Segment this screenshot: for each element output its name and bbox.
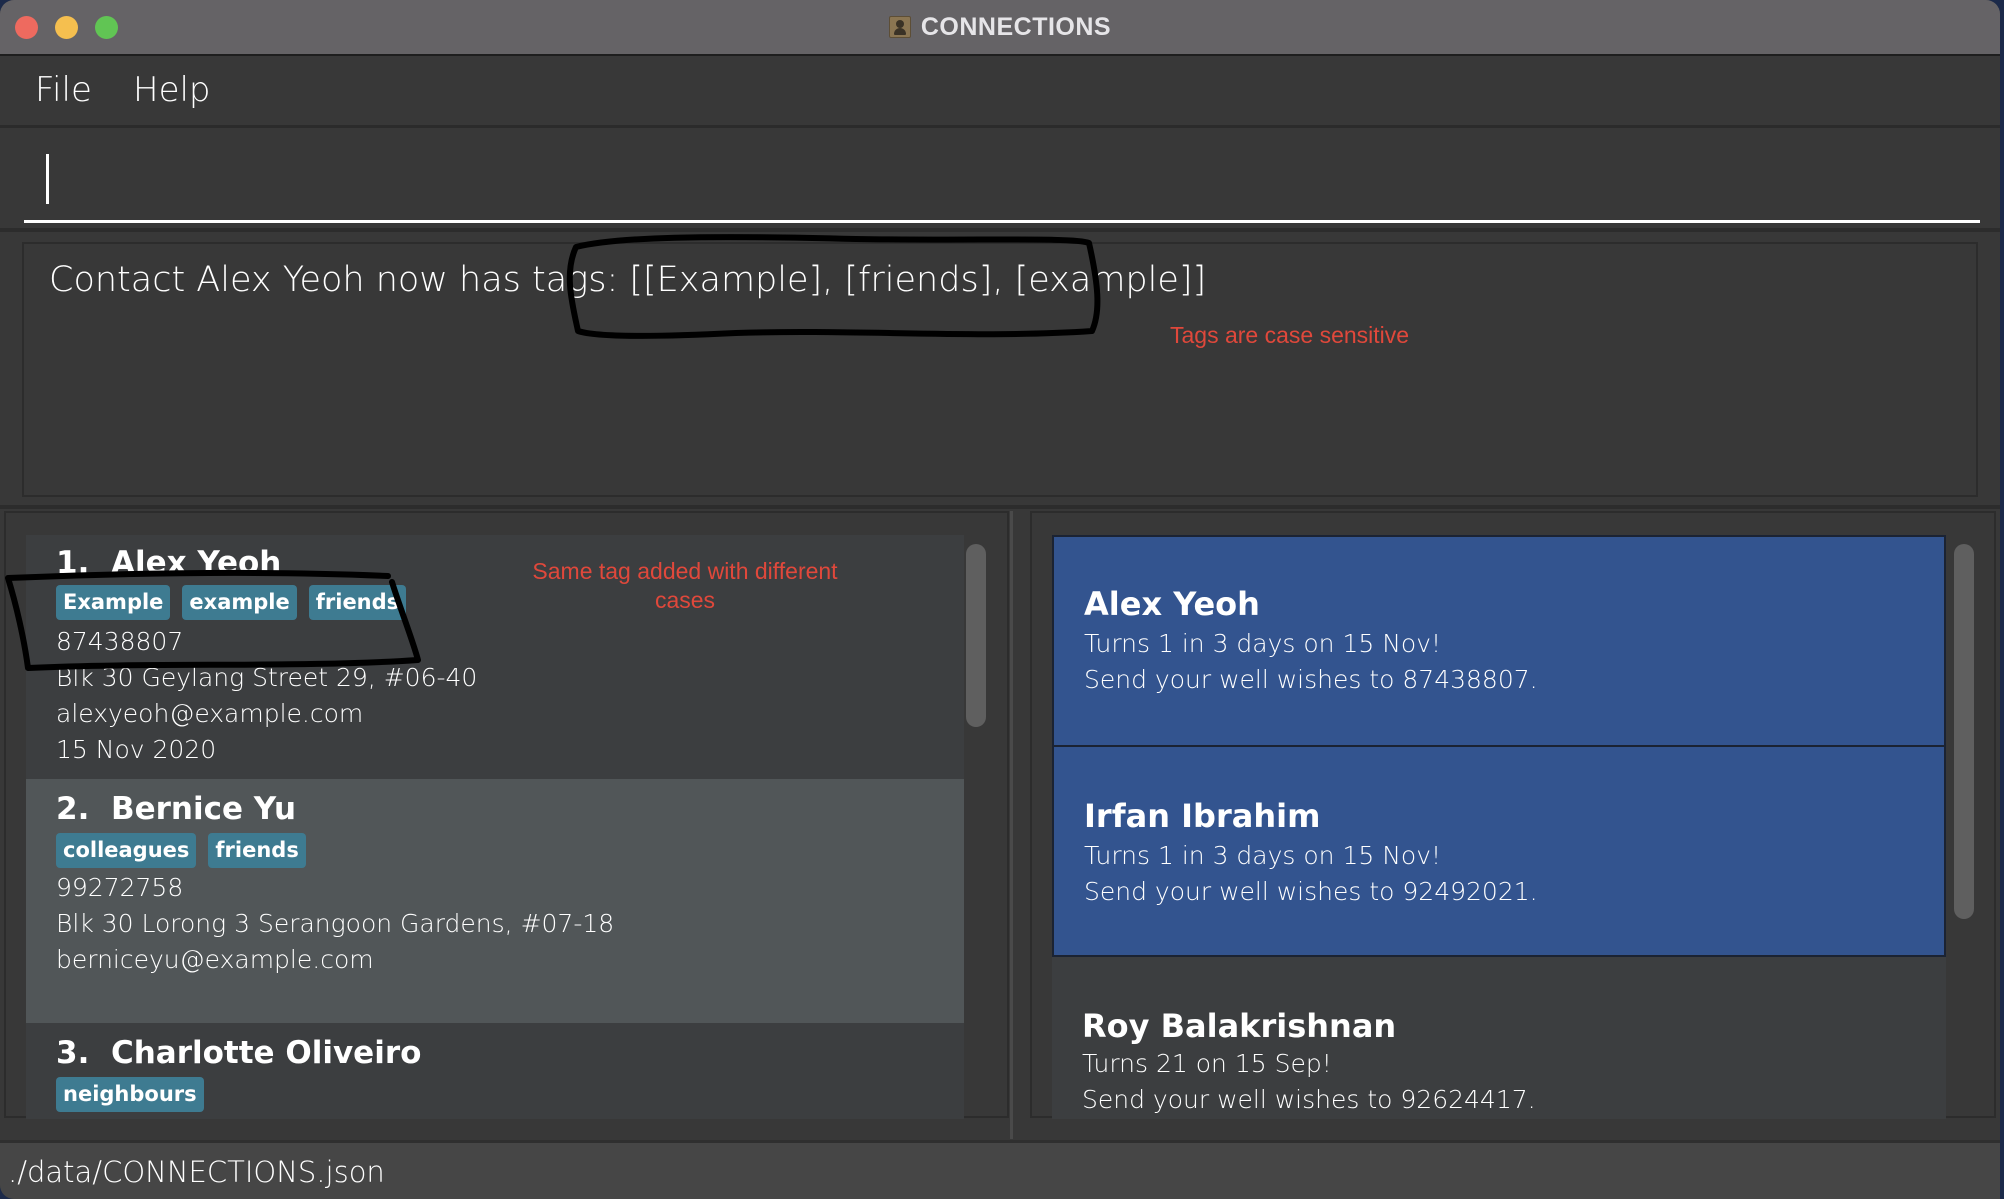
status-bar: ./data/CONNECTIONS.json: [0, 1140, 2000, 1199]
person-email: alexyeoh@example.com: [56, 699, 364, 728]
title-bar[interactable]: CONNECTIONS: [0, 0, 2000, 56]
menu-bar: File Help: [0, 56, 2000, 128]
birthday-turns: Turns 1 in 3 days on 15 Nov!: [1084, 629, 1442, 658]
person-list-scrollbar[interactable]: [966, 544, 986, 727]
birthday-turns: Turns 1 in 3 days on 15 Nov!: [1084, 841, 1442, 870]
tag: friends: [208, 833, 306, 868]
menu-help[interactable]: Help: [133, 70, 211, 110]
birthday-wishes: Send your well wishes to 92492021.: [1084, 877, 1538, 906]
command-box[interactable]: [24, 140, 1980, 223]
person-address: Blk 30 Lorong 3 Serangoon Gardens, #07-1…: [56, 909, 615, 938]
person-birthday: 15 Nov 2020: [56, 735, 217, 764]
person-card-selected[interactable]: 2. Bernice Yu colleagues friends 9927275…: [26, 779, 964, 1023]
annotation-tags-case-sensitive: Tags are case sensitive: [1170, 322, 1410, 348]
birthday-name: Alex Yeoh: [1084, 585, 1260, 623]
birthday-wishes: Send your well wishes to 92624417.: [1082, 1085, 1536, 1114]
birthday-list-scrollbar[interactable]: [1954, 544, 1974, 919]
panels-separator: [0, 505, 2000, 509]
menu-file[interactable]: File: [35, 70, 92, 110]
person-name: 2. Bernice Yu: [56, 791, 297, 827]
app-window: CONNECTIONS File Help Contact Alex Yeoh …: [0, 0, 2000, 1199]
birthday-wishes: Send your well wishes to 87438807.: [1084, 665, 1538, 694]
person-card[interactable]: 3. Charlotte Oliveiro neighbours: [26, 1023, 964, 1119]
person-email: berniceyu@example.com: [56, 945, 374, 974]
text-caret: [46, 154, 49, 204]
tag: colleagues: [56, 833, 197, 868]
birthday-card[interactable]: Roy Balakrishnan Turns 21 on 15 Sep! Sen…: [1052, 957, 1946, 1119]
command-input[interactable]: [54, 148, 1958, 214]
window-title: CONNECTIONS: [920, 12, 1112, 41]
tag-list: neighbours: [56, 1077, 204, 1112]
tag: neighbours: [56, 1077, 204, 1112]
birthday-name: Irfan Ibrahim: [1084, 797, 1321, 835]
person-phone: 99272758: [56, 873, 184, 902]
command-separator: [0, 228, 2000, 232]
birthday-turns: Turns 21 on 15 Sep!: [1082, 1049, 1332, 1078]
birthday-list-panel: Alex Yeoh Turns 1 in 3 days on 15 Nov! S…: [1030, 511, 1996, 1119]
annotation-circle-duplicate-tags: [5, 569, 421, 671]
contact-book-icon: [888, 16, 911, 38]
birthday-card-upcoming[interactable]: Alex Yeoh Turns 1 in 3 days on 15 Nov! S…: [1052, 535, 1946, 747]
tag-list: colleagues friends: [56, 833, 306, 868]
birthday-name: Roy Balakrishnan: [1082, 1007, 1397, 1045]
annotation-circle-tags-output: [566, 234, 1101, 339]
split-pane-divider[interactable]: [1010, 511, 1013, 1139]
annotation-same-tag-different-cases: Same tag added with different cases: [532, 558, 838, 613]
window-title-group: CONNECTIONS: [0, 0, 2000, 54]
birthday-list: Alex Yeoh Turns 1 in 3 days on 15 Nov! S…: [1052, 535, 1948, 1119]
person-name: 3. Charlotte Oliveiro: [56, 1035, 422, 1071]
status-file-path: ./data/CONNECTIONS.json: [8, 1155, 385, 1189]
birthday-card-upcoming[interactable]: Irfan Ibrahim Turns 1 in 3 days on 15 No…: [1052, 745, 1946, 957]
